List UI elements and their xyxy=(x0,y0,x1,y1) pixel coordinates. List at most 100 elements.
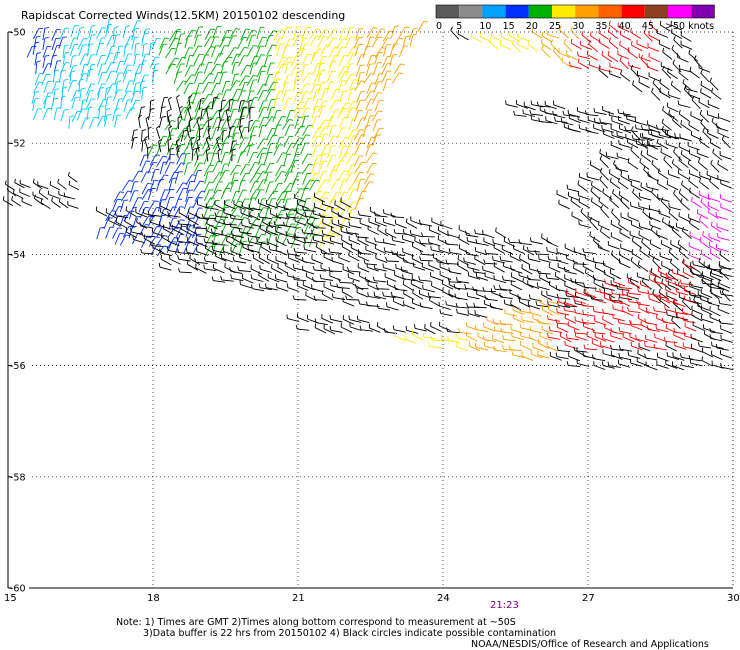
wind-barb xyxy=(441,279,454,290)
wind-barb xyxy=(710,221,722,233)
legend-label: 30 xyxy=(572,21,584,32)
wind-barb xyxy=(702,231,713,243)
wind-barb xyxy=(67,171,78,183)
wind-barb xyxy=(627,297,642,304)
wind-barb xyxy=(439,270,452,281)
wind-barb xyxy=(359,219,372,228)
wind-barb xyxy=(706,170,719,180)
map-title: Rapidscat Corrected Winds(12.5KM) 201501… xyxy=(21,9,346,22)
wind-barb xyxy=(508,345,523,352)
wind-barb xyxy=(717,174,730,183)
wind-barb xyxy=(130,99,141,112)
wind-barb xyxy=(720,324,733,334)
wind-barb xyxy=(281,89,291,102)
wind-barb xyxy=(717,160,729,171)
wind-barb xyxy=(4,180,15,191)
wind-barb xyxy=(612,188,623,201)
wind-barb xyxy=(558,199,570,210)
wind-barb xyxy=(62,44,69,58)
wind-barb xyxy=(422,284,435,293)
wind-barb xyxy=(184,162,192,175)
wind-barb xyxy=(622,332,635,343)
wind-barb xyxy=(689,66,700,79)
wind-barb xyxy=(176,80,188,92)
wind-barb xyxy=(541,325,554,335)
wind-barb xyxy=(355,64,365,77)
lat-tick-label: -60 xyxy=(10,584,26,595)
wind-barb xyxy=(382,209,396,217)
wind-barb xyxy=(185,206,195,219)
wind-barb xyxy=(688,120,700,132)
wind-barb xyxy=(590,181,602,193)
wind-barb xyxy=(193,180,205,192)
wind-barb xyxy=(678,212,690,223)
wind-barb xyxy=(530,115,544,123)
wind-barb xyxy=(516,100,529,109)
wind-barb xyxy=(521,316,535,323)
wind-barb xyxy=(211,234,220,248)
wind-barb xyxy=(372,92,383,104)
wind-barb xyxy=(693,55,703,69)
wind-barb xyxy=(229,180,239,193)
wind-barb xyxy=(97,87,105,101)
wind-barb xyxy=(550,39,560,53)
wind-barb xyxy=(272,97,281,111)
wind-barb xyxy=(688,355,702,362)
wind-barb xyxy=(300,43,309,56)
wind-barb xyxy=(348,79,359,92)
wind-barb xyxy=(465,331,478,342)
wind-barb xyxy=(483,341,497,350)
wind-barb xyxy=(617,359,631,368)
wind-barb xyxy=(58,69,66,83)
wind-barb xyxy=(680,198,691,211)
wind-barb xyxy=(337,107,348,119)
wind-barb xyxy=(547,255,561,262)
wind-barb xyxy=(263,55,272,68)
wind-barb xyxy=(374,73,384,86)
wind-barb xyxy=(662,47,673,60)
wind-barb xyxy=(174,171,183,184)
lat-tick-label: -50 xyxy=(10,28,26,39)
wind-barb xyxy=(347,273,360,282)
wind-barb xyxy=(627,351,641,359)
wind-barb xyxy=(296,281,309,291)
wind-barb xyxy=(527,40,538,52)
wind-barb xyxy=(237,36,248,49)
wind-barb xyxy=(511,39,522,53)
wind-barb xyxy=(568,352,581,362)
wind-barb xyxy=(376,322,389,333)
wind-barb xyxy=(620,212,633,222)
wind-barb xyxy=(636,39,649,50)
wind-barb xyxy=(63,192,76,200)
wind-barb xyxy=(492,255,505,264)
wind-barb xyxy=(410,279,423,290)
wind-barb xyxy=(339,116,349,129)
wind-barb xyxy=(641,237,651,251)
wind-barb xyxy=(510,280,523,291)
wind-barb xyxy=(522,109,536,117)
wind-barb xyxy=(357,210,372,218)
wind-barb xyxy=(32,108,43,121)
wind-barb xyxy=(398,45,409,58)
wind-barb xyxy=(331,256,344,266)
wind-barb xyxy=(140,60,147,74)
wind-barb xyxy=(42,54,50,68)
wind-barb xyxy=(258,212,272,220)
wind-barb xyxy=(284,124,294,137)
wind-barb xyxy=(340,197,352,208)
wind-barb xyxy=(483,322,496,332)
wind-barb xyxy=(125,107,136,119)
wind-barb xyxy=(513,244,525,255)
wind-barb xyxy=(130,181,139,194)
wind-barb xyxy=(174,42,183,56)
wind-barb xyxy=(159,37,169,50)
wind-barb xyxy=(330,178,342,191)
wind-barb xyxy=(648,250,660,262)
wind-barb xyxy=(319,133,329,146)
wind-barb xyxy=(249,79,258,92)
wind-barb xyxy=(382,218,396,227)
wind-barbs-layer xyxy=(2,18,734,371)
wind-barb xyxy=(320,44,331,57)
wind-barb xyxy=(402,280,414,291)
wind-barb xyxy=(344,36,355,49)
